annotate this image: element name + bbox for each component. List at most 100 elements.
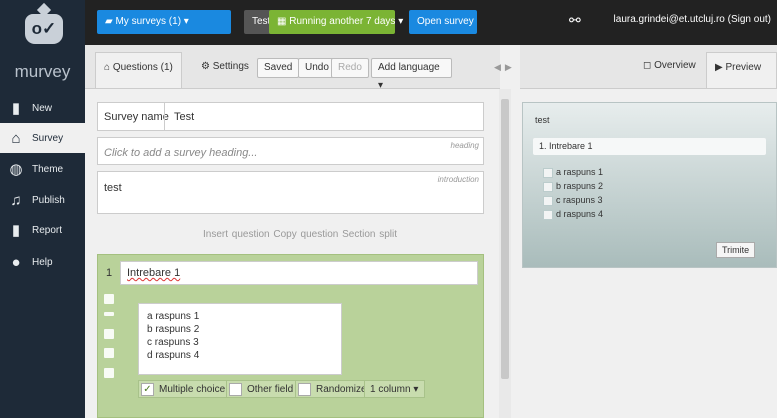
randomize-checkbox[interactable]: Randomize [295,380,374,398]
logo-mark: o✓ [25,14,63,44]
user-sign-out[interactable]: laura.grindei@et.utcluj.ro (Sign out) [614,14,771,25]
my-surveys-label: My surveys (1) [115,16,182,27]
multiple-choice-label: Multiple choice [159,384,226,395]
tab-questions-label: Questions (1) [112,62,173,73]
introduction-tag: introduction [437,175,479,184]
help-icon: ● [11,253,21,271]
preview-intro: test [535,115,550,125]
publish-icon: ♫ [10,191,22,209]
running-label: Running another 7 days [289,16,396,27]
other-field-checkbox[interactable]: Other field [226,380,301,398]
preview-option[interactable]: d raspuns 4 [543,209,603,220]
sidebar-item-report[interactable]: ▮ Report [0,215,85,245]
multiple-choice-checkbox[interactable]: ✓ Multiple choice [138,380,233,398]
sidebar-item-label: Survey [32,132,64,144]
sidebar-item-theme[interactable]: ◍ Theme [0,154,85,184]
editor-scrollbar[interactable] [499,89,511,418]
overview-button[interactable]: ◻ Overview [643,60,696,71]
survey-introduction-field[interactable]: test introduction [97,171,484,214]
answer-option: d raspuns 4 [147,350,200,361]
home-icon: ⌂ [104,62,113,73]
answer-option: a raspuns 1 [147,311,200,322]
block-icon[interactable] [104,329,114,339]
heading-tag: heading [450,141,479,150]
sidebar: o✓ murvey ▮ New ⌂ Survey ◍ Theme ♫ Publish ▮… [0,0,85,418]
list-icon[interactable] [104,294,114,304]
calendar-icon: ▦ [277,16,290,27]
logo: o✓ murvey [0,0,85,90]
logo-text: murvey [14,62,71,81]
randomize-label: Randomize [316,384,367,395]
add-language-label: Add language [378,62,440,73]
sidebar-item-label: Report [32,224,63,236]
collapse-arrows[interactable]: ◀▶ [494,62,516,73]
preview-option[interactable]: a raspuns 1 [543,167,603,178]
copy-question-link[interactable]: Copy question [273,229,338,240]
tab-settings[interactable]: ⚙ Settings [193,52,257,88]
checkbox-empty-icon [298,383,311,396]
running-status-dropdown[interactable]: ▦ Running another 7 days ▾ [269,10,403,34]
divider [164,103,165,131]
sidebar-item-label: New [32,102,53,114]
saved-button[interactable]: Saved [257,58,300,78]
question-actions: Insert question Copy question Section sp… [203,229,397,240]
scroll-thumb[interactable] [501,99,509,379]
preview-option[interactable]: c raspuns 3 [543,195,603,206]
survey-preview: test 1. Intrebare 1 a raspuns 1 b raspun… [522,102,777,268]
columns-label: 1 column [370,384,411,395]
top-bar: ▰ My surveys (1) ▾ Test ▦ Running anothe… [85,0,777,45]
gear-icon: ⚙ [201,61,213,72]
theme-icon: ◍ [9,161,23,178]
question-title-text: Intrebare 1 [127,267,181,279]
survey-name-value: Test [174,111,195,123]
heading-placeholder: Click to add a survey heading... [104,147,258,159]
play-icon: ▶ [715,62,726,73]
add-language-dropdown[interactable]: Add language ▾ [371,58,452,91]
new-icon: ▮ [11,100,21,117]
preview-toolbar: ◻ Overview ▶ Preview [520,45,777,89]
tab-preview[interactable]: ▶ Preview [706,52,777,88]
survey-name-field[interactable]: Survey name Test [97,102,484,131]
my-surveys-dropdown[interactable]: ▰ My surveys (1) ▾ [97,10,231,34]
other-field-label: Other field [247,384,294,395]
sidebar-item-survey[interactable]: ⌂ Survey [0,123,85,153]
sidebar-item-label: Theme [32,163,64,175]
question-title-input[interactable]: Intrebare 1 [120,261,478,285]
introduction-text: test [104,182,122,194]
overview-icon: ◻ [643,60,655,71]
preview-option[interactable]: b raspuns 2 [543,181,603,192]
redo-button[interactable]: Redo [331,58,369,78]
survey-name-label: Survey name [104,111,169,123]
sidebar-item-label: Help [32,256,53,268]
preview-question-title: 1. Intrebare 1 [533,138,766,155]
answers-textarea[interactable]: a raspuns 1 b raspuns 2 c raspuns 3 d ra… [138,303,342,375]
answer-option: c raspuns 3 [147,337,199,348]
sidebar-item-help[interactable]: ● Help [0,247,85,277]
submit-button[interactable]: Trimite [716,242,756,258]
dots-icon[interactable] [104,312,114,316]
editor-toolbar: ⌂ Questions (1) ⚙ Settings Saved Undo Re… [85,45,500,91]
tab-settings-label: Settings [212,61,249,72]
chevron-down-icon: ▾ [395,16,404,27]
question-number: 1 [106,267,113,279]
note-icon[interactable] [104,368,114,378]
section-split-link[interactable]: Section split [342,229,397,240]
overview-label: Overview [654,60,696,71]
open-survey-button[interactable]: Open survey [409,10,477,34]
folder-icon: ▰ [105,16,116,27]
columns-dropdown[interactable]: 1 column ▾ [364,380,426,398]
tab-questions[interactable]: ⌂ Questions (1) [95,52,182,88]
preview-label: Preview [725,62,762,73]
link-icon[interactable]: ⚯ [569,12,581,29]
chevron-down-icon: ▾ [181,16,189,27]
report-icon: ▮ [11,222,21,239]
checkbox-empty-icon [229,383,242,396]
sidebar-item-label: Publish [32,194,65,206]
sidebar-item-publish[interactable]: ♫ Publish [0,185,85,215]
sidebar-item-new[interactable]: ▮ New [0,93,85,123]
lines-icon[interactable] [104,348,114,358]
question-panel: 1 Intrebare 1 a raspuns 1 b raspuns 2 c … [97,254,484,418]
chevron-down-icon: ▾ [410,384,419,395]
survey-heading-field[interactable]: Click to add a survey heading... heading [97,137,484,165]
insert-question-link[interactable]: Insert question [203,229,270,240]
